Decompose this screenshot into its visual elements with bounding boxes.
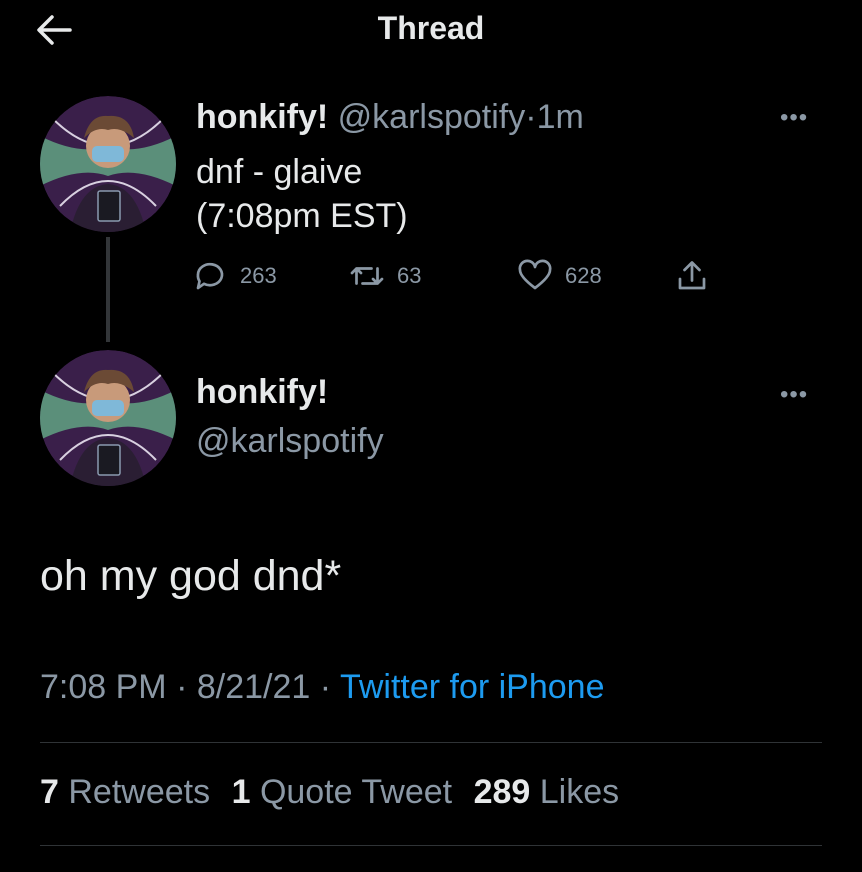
username[interactable]: @karlspotify — [196, 422, 384, 461]
tweet-date[interactable]: 8/21/21 — [197, 668, 310, 706]
thread-connector — [106, 237, 110, 342]
tweet-source-link[interactable]: Twitter for iPhone — [340, 668, 605, 706]
tweet-meta: 7:08 PM · 8/21/21 · Twitter for iPhone — [40, 668, 605, 707]
tweet-text-line: (7:08pm EST) — [196, 197, 408, 235]
more-options-icon[interactable]: ••• — [780, 383, 820, 407]
reply-button[interactable]: 263 — [192, 254, 277, 298]
reply-icon — [196, 262, 224, 290]
likes-count: 289 — [473, 773, 531, 811]
share-button[interactable] — [674, 254, 710, 298]
page-title: Thread — [377, 10, 485, 46]
retweet-button[interactable]: 63 — [349, 254, 421, 298]
separator-dot: · — [525, 98, 537, 136]
quotes-stat[interactable]: 1 Quote Tweet — [232, 773, 453, 811]
likes-label: Likes — [539, 773, 620, 811]
separator-dot: · — [176, 668, 188, 706]
avatar[interactable] — [40, 96, 176, 232]
likes-stat[interactable]: 289 Likes — [474, 773, 620, 811]
tweet-time[interactable]: 1m — [537, 98, 584, 136]
username[interactable]: @karlspotify — [338, 98, 526, 136]
retweets-stat[interactable]: 7 Retweets — [40, 773, 210, 811]
tweet-text: dnf - glaive (7:08pm EST) — [196, 150, 408, 238]
share-icon — [678, 261, 706, 290]
tweet-text-line: dnf - glaive — [196, 153, 363, 191]
reply-count: 263 — [240, 263, 277, 288]
retweets-count: 7 — [40, 773, 59, 811]
like-button[interactable]: 628 — [517, 254, 602, 298]
like-count: 628 — [565, 263, 602, 288]
tweet-text: oh my god dnd* — [40, 552, 342, 600]
display-name[interactable]: honkify! — [196, 373, 328, 412]
tweet-header: honkify! @karlspotify·1m — [196, 98, 584, 137]
heart-icon — [518, 259, 552, 290]
divider — [40, 845, 822, 846]
avatar[interactable] — [40, 350, 176, 486]
retweet-icon — [350, 267, 384, 285]
tweet-time[interactable]: 7:08 PM — [40, 668, 167, 706]
tweet-actions: 263 63 628 — [192, 254, 752, 298]
retweets-label: Retweets — [68, 773, 211, 811]
separator-dot: · — [319, 668, 332, 706]
top-bar: Thread — [0, 0, 862, 60]
quotes-label: Quote Tweet — [259, 773, 453, 811]
more-options-icon[interactable]: ••• — [780, 106, 820, 130]
retweet-count: 63 — [397, 263, 422, 288]
quotes-count: 1 — [231, 773, 251, 811]
tweet-stats: 7 Retweets 1 Quote Tweet 289 Likes — [40, 773, 631, 812]
display-name[interactable]: honkify! — [196, 98, 328, 136]
divider — [40, 742, 822, 743]
